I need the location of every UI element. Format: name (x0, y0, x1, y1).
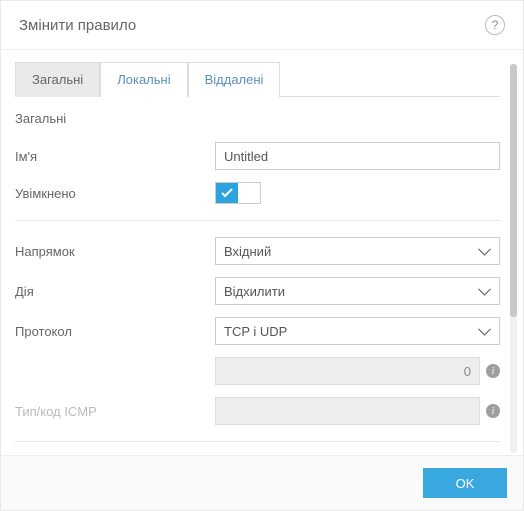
content-area: Загальні Локальні Віддалені Загальні Ім'… (1, 50, 523, 455)
tab-strip: Загальні Локальні Віддалені (15, 62, 500, 97)
scrollbar-thumb[interactable] (510, 64, 517, 317)
divider (15, 220, 500, 221)
edit-rule-dialog: Змінити правило ? Загальні Локальні Відд… (0, 0, 524, 511)
help-icon[interactable]: ? (485, 15, 505, 35)
dialog-title: Змінити правило (19, 17, 136, 34)
label-icmp: Тип/код ICMP (15, 404, 215, 419)
action-value: Відхилити (224, 284, 285, 299)
icmp-input (215, 397, 480, 425)
tab-local[interactable]: Локальні (100, 62, 187, 97)
info-icon[interactable]: i (486, 404, 500, 418)
ok-button[interactable]: OK (423, 468, 507, 498)
protocol-select[interactable]: TCP і UDP (215, 317, 500, 345)
protocol-value: TCP і UDP (224, 324, 287, 339)
row-icmp: Тип/код ICMP i (15, 391, 500, 431)
section-title: Загальні (15, 111, 500, 126)
vertical-scrollbar[interactable] (510, 64, 517, 453)
tab-remote[interactable]: Віддалені (188, 62, 281, 97)
check-icon (216, 183, 238, 203)
row-name: Ім'я (15, 136, 500, 176)
scroll-area: Загальні Локальні Віддалені Загальні Ім'… (15, 62, 508, 455)
dialog-footer: OK (1, 455, 523, 510)
divider (15, 441, 500, 442)
name-input[interactable] (215, 142, 500, 170)
label-enabled: Увімкнено (15, 186, 215, 201)
tab-general[interactable]: Загальні (15, 62, 100, 97)
label-name: Ім'я (15, 149, 215, 164)
port-input (215, 357, 480, 385)
row-enabled: Увімкнено (15, 176, 500, 210)
direction-select[interactable]: Вхідний (215, 237, 500, 265)
titlebar: Змінити правило ? (1, 1, 523, 50)
action-select[interactable]: Відхилити (215, 277, 500, 305)
label-direction: Напрямок (15, 244, 215, 259)
row-protocol: Протокол TCP і UDP (15, 311, 500, 351)
label-action: Дія (15, 284, 215, 299)
enabled-toggle[interactable] (215, 182, 261, 204)
row-action: Дія Відхилити (15, 271, 500, 311)
direction-value: Вхідний (224, 244, 271, 259)
row-port: i (15, 351, 500, 391)
row-direction: Напрямок Вхідний (15, 231, 500, 271)
info-icon[interactable]: i (486, 364, 500, 378)
label-protocol: Протокол (15, 324, 215, 339)
